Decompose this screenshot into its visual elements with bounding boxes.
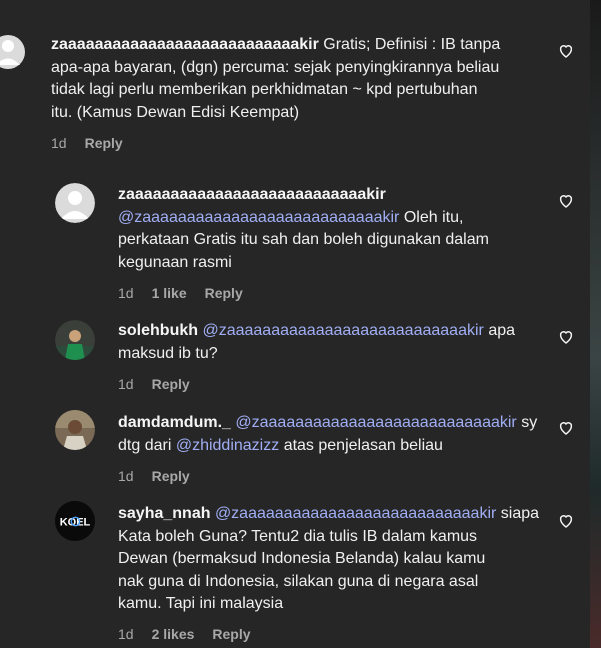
comment-body: tidak lagi perlu memberikan perkhidmatan… [51, 81, 478, 98]
comment-body: siapa [500, 505, 540, 522]
comment-body: Dewan (bermaksud Indonesia Belanda) kala… [118, 550, 486, 567]
comment-body: kegunaan rasmi [118, 253, 232, 271]
comment-time: 1d [118, 376, 134, 392]
like-heart-icon[interactable] [558, 193, 574, 209]
comment-body: itu. (Kamus Dewan Edisi Keempat) [51, 103, 300, 121]
comment-body: apa-apa bayaran, (dgn) percuma: sejak pe… [51, 58, 500, 76]
comment-meta: 1d Reply [118, 376, 190, 392]
comment-avatar[interactable] [55, 410, 95, 450]
mention-link[interactable]: @zaaaaaaaaaaaaaaaaaaaaaaaaaaakir [118, 209, 399, 226]
like-heart-icon[interactable] [558, 329, 574, 345]
like-heart-icon[interactable] [558, 513, 574, 529]
likes-count[interactable]: 2 likes [152, 626, 195, 642]
comment-time: 1d [118, 626, 134, 642]
reply-button[interactable]: Reply [152, 376, 190, 392]
comment-username[interactable]: zaaaaaaaaaaaaaaaaaaaaaaaaaaakir [118, 186, 386, 203]
comment-meta: 1d 2 likes Reply [118, 626, 251, 642]
reply-button[interactable]: Reply [152, 468, 190, 484]
comment-avatar[interactable]: KOEL [55, 501, 95, 541]
user-photo-icon [55, 410, 95, 450]
comment-body: sy [521, 414, 538, 431]
comment-avatar[interactable] [0, 32, 28, 72]
comment-body: Kata boleh Guna? Tentu2 dia tulis IB dal… [118, 527, 478, 545]
comment-body: dtg dari [118, 436, 172, 454]
comment-username[interactable]: zaaaaaaaaaaaaaaaaaaaaaaaaaaakir [51, 36, 319, 53]
comment-text: zaaaaaaaaaaaaaaaaaaaaaaaaaaakir @zaaaaaa… [118, 184, 558, 274]
mention-link[interactable]: @zaaaaaaaaaaaaaaaaaaaaaaaaaaakir [202, 322, 483, 339]
background-video-strip [590, 0, 601, 648]
comment-meta: 1d 1 like Reply [118, 285, 243, 301]
comment-time: 1d [51, 135, 67, 151]
comment-body: nak guna di Indonesia, silakan guna di n… [118, 572, 479, 590]
comment-time: 1d [118, 468, 134, 484]
default-avatar-icon [55, 183, 95, 223]
mention-link[interactable]: @zaaaaaaaaaaaaaaaaaaaaaaaaaaakir [215, 505, 496, 522]
comment-body: kamu. Tapi ini malaysia [118, 595, 284, 612]
comment-text: zaaaaaaaaaaaaaaaaaaaaaaaaaaakir Gratis; … [51, 34, 551, 124]
comment-text: damdamdum._ @zaaaaaaaaaaaaaaaaaaaaaaaaaa… [118, 412, 558, 457]
comment-avatar[interactable] [55, 183, 95, 223]
comment-meta: 1d Reply [51, 135, 123, 151]
comment-body: maksud ib tu? [118, 344, 218, 362]
user-photo-icon [55, 320, 95, 360]
reply-button[interactable]: Reply [205, 285, 243, 301]
reply-button[interactable]: Reply [85, 135, 123, 151]
comment-username[interactable]: damdamdum._ [118, 414, 231, 431]
svg-text:KOEL: KOEL [60, 517, 91, 529]
comment-meta: 1d Reply [118, 468, 190, 484]
comment-username[interactable]: sayha_nnah [118, 505, 210, 522]
like-heart-icon[interactable] [558, 43, 574, 59]
comment-body: Oleh itu, [403, 208, 464, 226]
brand-logo-avatar-icon: KOEL [55, 501, 95, 541]
likes-count[interactable]: 1 like [152, 285, 187, 301]
comment-time: 1d [118, 285, 134, 301]
comments-panel: zaaaaaaaaaaaaaaaaaaaaaaaaaaakir Gratis; … [0, 0, 590, 648]
comment-body: Gratis; Definisi : IB tanpa [323, 36, 501, 53]
comment-username[interactable]: solehbukh [118, 322, 198, 339]
comment-text: solehbukh @zaaaaaaaaaaaaaaaaaaaaaaaaaaak… [118, 320, 558, 365]
comment-body: apa [488, 322, 516, 339]
mention-link[interactable]: @zaaaaaaaaaaaaaaaaaaaaaaaaaaakir [235, 414, 516, 431]
comment-body: perkataan Gratis itu sah dan boleh digun… [118, 231, 489, 248]
like-heart-icon[interactable] [558, 420, 574, 436]
default-avatar-icon [0, 35, 25, 69]
reply-button[interactable]: Reply [212, 626, 250, 642]
comment-avatar[interactable] [55, 320, 95, 360]
comment-body: atas penjelasan beliau [283, 436, 443, 454]
mention-link[interactable]: @zhiddinazizz [176, 437, 279, 454]
comment-text: sayha_nnah @zaaaaaaaaaaaaaaaaaaaaaaaaaaa… [118, 503, 558, 616]
